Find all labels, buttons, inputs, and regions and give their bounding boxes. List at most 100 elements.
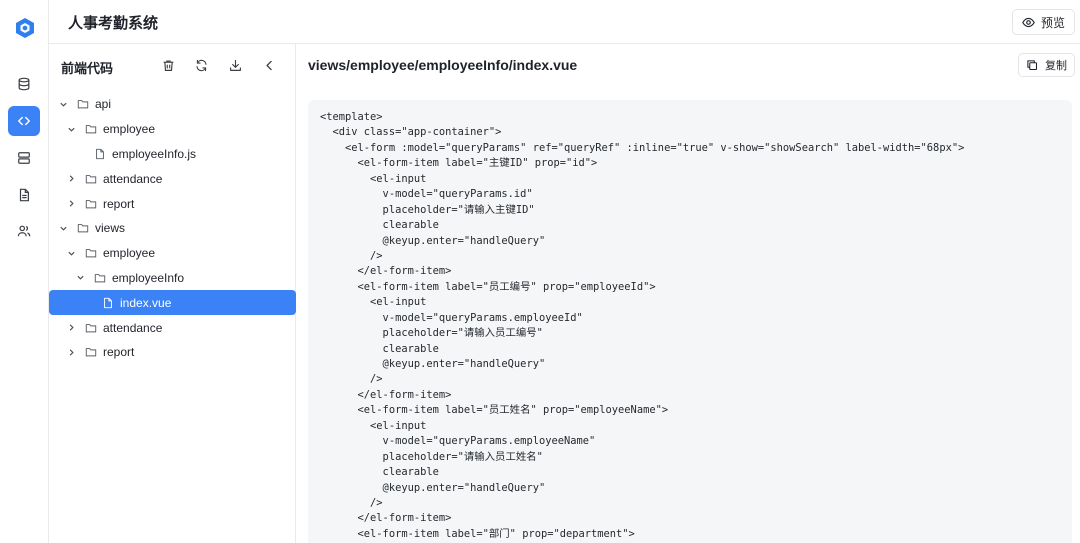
tree-node-report[interactable]: report	[49, 191, 296, 216]
sidebar-title: 前端代码	[61, 61, 114, 76]
chevron-down-icon[interactable]	[58, 99, 68, 109]
rail-document-button[interactable]	[8, 180, 40, 210]
rail-database-button[interactable]	[8, 69, 40, 99]
chevron-down-icon[interactable]	[66, 124, 76, 134]
copy-icon	[1027, 60, 1038, 71]
folder-icon	[84, 123, 97, 136]
rail-server-button[interactable]	[8, 143, 40, 173]
code-line: clearable	[320, 219, 439, 232]
tree-node-label: views	[95, 221, 126, 236]
code-line: <el-form-item label="部门" prop="departmen…	[320, 527, 635, 540]
preview-label: 预览	[1040, 15, 1065, 30]
icon-rail	[0, 0, 49, 543]
tree-node-employee[interactable]: employee	[49, 117, 296, 142]
folder-icon	[84, 172, 97, 185]
code-block[interactable]: <template> <div class="app-container"> <…	[308, 100, 1072, 543]
tree-node-attendance[interactable]: attendance	[49, 166, 296, 191]
database-icon	[18, 77, 30, 91]
tree-node-employeeinfo[interactable]: employeeInfo	[49, 266, 296, 291]
users-icon	[17, 225, 31, 237]
file-icon	[101, 296, 114, 309]
tree-node-label: api	[95, 97, 112, 112]
tree-node-label: employeeInfo.js	[112, 146, 197, 161]
server-icon	[18, 152, 30, 164]
rail-users-button[interactable]	[8, 216, 40, 246]
chevron-right-icon[interactable]	[66, 347, 76, 357]
code-line: <el-form-item label="主键ID" prop="id">	[320, 157, 598, 170]
tree-node-label: report	[103, 196, 135, 211]
code-line: @keyup.enter="handleQuery"	[320, 358, 546, 370]
code-line: <el-input	[320, 296, 427, 309]
refresh-button[interactable]	[192, 56, 210, 74]
code-line: <div class="app-container">	[320, 126, 502, 139]
tree-node-label: index.vue	[120, 295, 172, 310]
folder-icon	[93, 271, 106, 284]
folder-icon	[84, 321, 97, 334]
chevron-down-icon[interactable]	[66, 248, 76, 258]
tree-node-label: employeeInfo	[112, 270, 185, 285]
code-line: />	[320, 249, 383, 262]
code-line: @keyup.enter="handleQuery"	[320, 234, 546, 247]
code-line: placeholder="请输入主键ID"	[320, 203, 535, 216]
code-line: <el-form-item label="员工姓名" prop="employe…	[320, 404, 669, 417]
chevron-right-icon[interactable]	[66, 199, 76, 209]
document-icon	[19, 188, 29, 202]
tree-node-views[interactable]: views	[49, 216, 296, 241]
preview-button[interactable]: 预览	[1011, 9, 1075, 35]
code-line: @keyup.enter="handleQuery"	[320, 481, 546, 494]
folder-icon	[84, 197, 97, 210]
code-line: clearable	[320, 342, 439, 355]
code-line: v-model="queryParams.employeeName"	[320, 435, 596, 448]
delete-icon	[163, 59, 173, 71]
chevron-down-icon[interactable]	[58, 223, 68, 233]
code-line: placeholder="请输入员工姓名"	[320, 450, 543, 463]
folder-icon	[76, 98, 89, 111]
code-line: <el-form :model="queryParams" ref="query…	[320, 141, 965, 154]
tree-node-api[interactable]: api	[49, 92, 296, 117]
file-path-title: views/employee/employeeInfo/index.vue	[308, 57, 578, 73]
tree-node-employee[interactable]: employee	[49, 241, 296, 266]
code-line: clearable	[320, 466, 439, 479]
tree-node-label: employee	[103, 122, 156, 137]
code-line: <el-form-item label="员工编号" prop="employe…	[320, 280, 656, 293]
code-line: <el-input	[320, 419, 427, 432]
download-icon	[229, 59, 241, 71]
copy-label: 复制	[1045, 60, 1067, 72]
frontend-code-sidebar: 前端代码 api employee employeeInfo.js attend…	[49, 44, 296, 543]
tree-node-employeeinfo-js[interactable]: employeeInfo.js	[49, 142, 296, 167]
collapse-sidebar-button[interactable]	[260, 56, 278, 74]
top-header: 人事考勤系统 预览	[49, 0, 1080, 44]
code-line: <el-input	[320, 172, 427, 185]
folder-icon	[84, 247, 97, 260]
code-line: </el-form-item>	[320, 512, 452, 525]
file-icon	[93, 147, 106, 160]
delete-button[interactable]	[159, 56, 177, 74]
code-line: />	[320, 496, 383, 509]
chevron-down-icon[interactable]	[75, 273, 85, 283]
code-line: />	[320, 373, 383, 386]
code-line: <template>	[320, 111, 383, 123]
tree-node-index-vue[interactable]: index.vue	[49, 290, 296, 316]
chevron-left-icon	[265, 60, 272, 70]
rail-code-button[interactable]	[8, 106, 40, 136]
tree-node-label: report	[103, 345, 135, 360]
app-title: 人事考勤系统	[68, 15, 159, 32]
eye-icon	[1022, 17, 1035, 27]
refresh-icon	[195, 59, 207, 71]
file-tree: api employee employeeInfo.js attendance …	[49, 92, 296, 365]
code-line: placeholder="请输入员工编号"	[320, 327, 543, 340]
code-line: v-model="queryParams.id"	[320, 188, 533, 201]
tree-node-label: attendance	[103, 171, 163, 186]
code-line: v-model="queryParams.employeeId"	[320, 311, 583, 324]
folder-icon	[84, 346, 97, 359]
download-button[interactable]	[226, 56, 244, 74]
copy-button[interactable]: 复制	[1018, 53, 1075, 77]
tree-node-attendance[interactable]: attendance	[49, 315, 296, 340]
tree-node-label: attendance	[103, 320, 163, 335]
folder-icon	[76, 222, 89, 235]
chevron-right-icon[interactable]	[66, 323, 76, 333]
code-viewer: views/employee/employeeInfo/index.vue 复制…	[296, 44, 1080, 543]
tree-node-label: employee	[103, 246, 156, 261]
tree-node-report[interactable]: report	[49, 340, 296, 365]
chevron-right-icon[interactable]	[66, 174, 76, 184]
